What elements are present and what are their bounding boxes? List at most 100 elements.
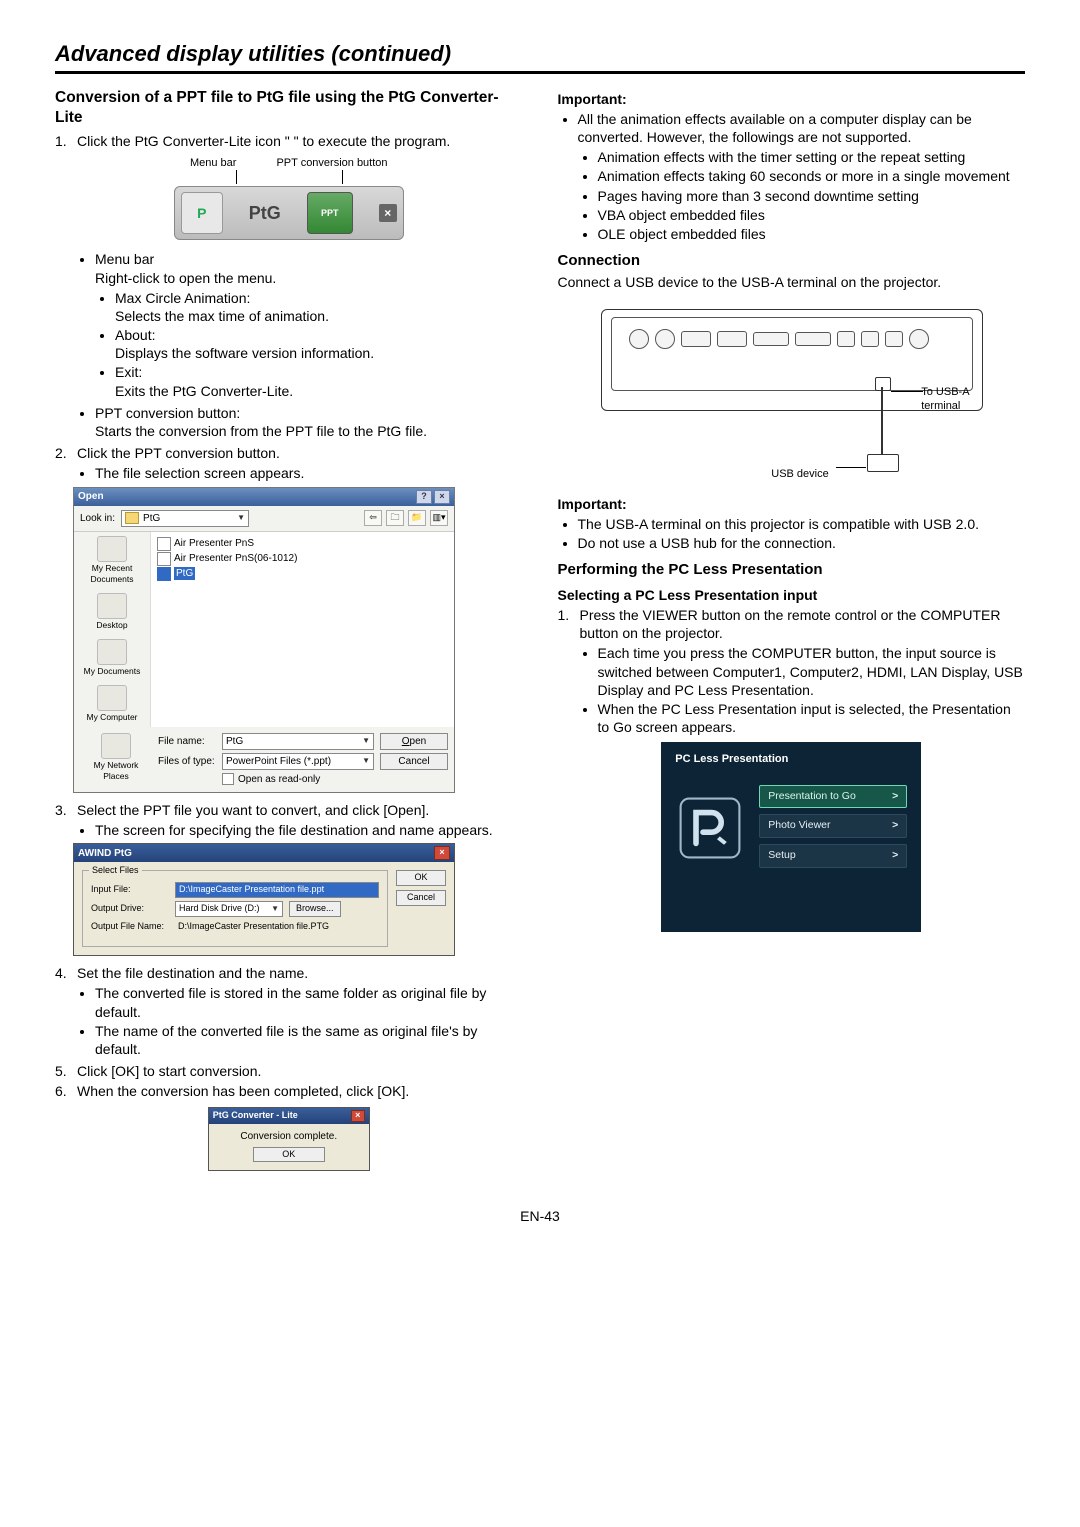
up-icon[interactable]: 🗀 bbox=[386, 510, 404, 526]
place-recent[interactable]: My Recent Documents bbox=[76, 536, 148, 585]
chevron-right-icon: > bbox=[892, 819, 898, 833]
step1-text: Click the PtG Converter-Lite icon " " to… bbox=[77, 132, 523, 150]
new-folder-icon[interactable]: 📁 bbox=[408, 510, 426, 526]
imp2a: The USB-A terminal on this projector is … bbox=[578, 515, 1026, 533]
help-icon[interactable]: ? bbox=[416, 490, 432, 504]
back-icon[interactable]: ⇦ bbox=[364, 510, 382, 526]
section-conversion-heading: Conversion of a PPT file to PtG file usi… bbox=[55, 88, 523, 128]
important-heading: Important: bbox=[558, 90, 1026, 108]
ptg-bar-text: PtG bbox=[249, 202, 281, 225]
ptg-logo-icon[interactable]: P bbox=[181, 192, 223, 234]
pcless-title: PC Less Presentation bbox=[675, 752, 907, 766]
inputfile-label: Input File: bbox=[91, 884, 169, 896]
place-mydocs[interactable]: My Documents bbox=[84, 639, 141, 677]
pcless-item-photoviewer[interactable]: Photo Viewer> bbox=[759, 814, 907, 838]
folder-icon bbox=[125, 512, 139, 524]
step2-bullet: The file selection screen appears. bbox=[95, 464, 523, 482]
file-list[interactable]: Air Presenter PnS Air Presenter PnS(06-1… bbox=[151, 532, 454, 727]
ptg-logo-icon bbox=[675, 793, 745, 863]
file-item-selected[interactable]: PtG bbox=[157, 567, 448, 581]
cancel-button[interactable]: Cancel bbox=[380, 753, 448, 770]
chevron-down-icon[interactable]: ▼ bbox=[271, 904, 279, 914]
step-number: 4. bbox=[55, 964, 77, 982]
imp-sub: VBA object embedded files bbox=[598, 206, 1026, 224]
menubar-item: Menu bar bbox=[95, 251, 154, 267]
lookin-select[interactable]: PtG ▼ bbox=[121, 510, 249, 527]
place-mycomp[interactable]: My Computer bbox=[86, 685, 137, 723]
inputfile-field[interactable]: D:\ImageCaster Presentation file.ppt bbox=[175, 882, 379, 898]
browse-button[interactable]: Browse... bbox=[289, 901, 341, 917]
open-dialog-title: Open bbox=[78, 490, 104, 503]
step4-bullet2: The name of the converted file is the sa… bbox=[95, 1022, 523, 1058]
ok-button[interactable]: OK bbox=[253, 1147, 325, 1163]
imp-sub: Animation effects with the timer setting… bbox=[598, 148, 1026, 166]
complete-msg: Conversion complete. bbox=[215, 1130, 363, 1143]
chevron-down-icon[interactable]: ▼ bbox=[362, 736, 370, 746]
chevron-right-icon: > bbox=[892, 790, 898, 804]
pcless-item-setup[interactable]: Setup> bbox=[759, 844, 907, 868]
perf-bullet1: Each time you press the COMPUTER button,… bbox=[598, 644, 1026, 699]
page-title: Advanced display utilities (continued) bbox=[55, 40, 1025, 69]
views-icon[interactable]: ▥▾ bbox=[430, 510, 448, 526]
selecting-heading: Selecting a PC Less Presentation input bbox=[558, 586, 1026, 604]
step3-text: Select the PPT file you want to convert,… bbox=[77, 801, 523, 819]
imp-sub: OLE object embedded files bbox=[598, 225, 1026, 243]
awind-title: AWIND PtG bbox=[78, 847, 132, 860]
step4-text: Set the file destination and the name. bbox=[77, 964, 523, 982]
step-number: 6. bbox=[55, 1082, 77, 1100]
file-item[interactable]: Air Presenter PnS(06-1012) bbox=[157, 552, 448, 566]
step-number: 2. bbox=[55, 444, 77, 462]
page-footer: EN-43 bbox=[55, 1207, 1025, 1225]
outputdrive-select[interactable]: Hard Disk Drive (D:)▼ bbox=[175, 901, 283, 917]
place-network[interactable]: My Network Places bbox=[80, 733, 152, 782]
perf-step1: Press the VIEWER button on the remote co… bbox=[580, 606, 1026, 642]
step3-bullet: The screen for specifying the file desti… bbox=[95, 821, 523, 839]
usb-plug-icon bbox=[875, 377, 891, 391]
max-circle-desc: Selects the max time of animation. bbox=[115, 308, 329, 324]
imp-sub: Pages having more than 3 second downtime… bbox=[598, 187, 1026, 205]
step-number: 1. bbox=[558, 606, 580, 642]
annotation-usbdev: USB device bbox=[771, 467, 828, 481]
filename-label: File name: bbox=[158, 735, 216, 748]
close-icon[interactable]: × bbox=[434, 846, 450, 860]
ok-button[interactable]: OK bbox=[396, 870, 446, 886]
complete-title: PtG Converter - Lite bbox=[213, 1110, 298, 1122]
exit-item: Exit: bbox=[115, 364, 142, 380]
label-pptbtn: PPT conversion button bbox=[276, 156, 387, 170]
about-desc: Displays the software version informatio… bbox=[115, 345, 374, 361]
step4-bullet1: The converted file is stored in the same… bbox=[95, 984, 523, 1020]
ppt-conversion-button[interactable]: PPT bbox=[307, 192, 353, 234]
pcless-screen: PC Less Presentation Presentation to Go>… bbox=[661, 742, 921, 932]
step5-text: Click [OK] to start conversion. bbox=[77, 1062, 523, 1080]
close-icon[interactable]: × bbox=[379, 204, 397, 222]
lookin-value: PtG bbox=[143, 512, 160, 525]
filetype-label: Files of type: bbox=[158, 755, 216, 768]
pptconv-item: PPT conversion button: bbox=[95, 405, 240, 421]
lookin-label: Look in: bbox=[80, 512, 115, 525]
filetype-select[interactable]: PowerPoint Files (*.ppt)▼ bbox=[222, 753, 374, 770]
outputname-label: Output File Name: bbox=[91, 921, 169, 933]
outputname-value: D:\ImageCaster Presentation file.PTG bbox=[175, 920, 332, 934]
perf-bullet2: When the PC Less Presentation input is s… bbox=[598, 700, 1026, 736]
usb-device-icon bbox=[867, 454, 899, 472]
chevron-right-icon: > bbox=[892, 849, 898, 863]
file-item[interactable]: Air Presenter PnS bbox=[157, 537, 448, 551]
close-icon[interactable]: × bbox=[351, 1110, 365, 1122]
max-circle-item: Max Circle Animation: bbox=[115, 290, 250, 306]
open-button[interactable]: Open bbox=[380, 733, 448, 750]
connection-text: Connect a USB device to the USB-A termin… bbox=[558, 273, 1026, 291]
step-number: 1. bbox=[55, 132, 77, 150]
step6-text: When the conversion has been completed, … bbox=[77, 1082, 523, 1100]
cancel-button[interactable]: Cancel bbox=[396, 890, 446, 906]
complete-dialog: PtG Converter - Lite × Conversion comple… bbox=[208, 1107, 370, 1172]
pptconv-desc: Starts the conversion from the PPT file … bbox=[95, 423, 427, 439]
pcless-item-presentation[interactable]: Presentation to Go> bbox=[759, 785, 907, 809]
chevron-down-icon[interactable]: ▼ bbox=[362, 756, 370, 766]
readonly-checkbox[interactable] bbox=[222, 773, 234, 785]
projector-figure: To USB-A terminal USB device bbox=[581, 299, 1001, 489]
step-number: 3. bbox=[55, 801, 77, 819]
close-icon[interactable]: × bbox=[434, 490, 450, 504]
place-desktop[interactable]: Desktop bbox=[96, 593, 127, 631]
awind-dialog: AWIND PtG × Select Files Input File: D:\… bbox=[73, 843, 455, 956]
filename-input[interactable]: PtG▼ bbox=[222, 733, 374, 750]
